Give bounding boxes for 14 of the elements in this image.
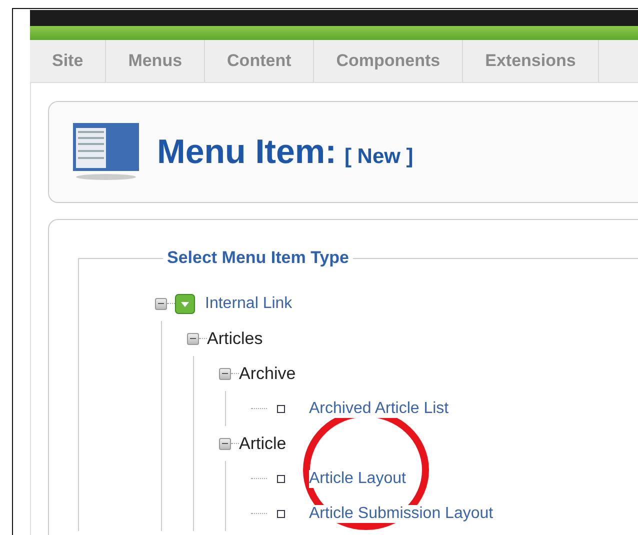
window-icon: [73, 123, 139, 181]
tree-link[interactable]: Article Layout: [309, 470, 406, 488]
tree-link[interactable]: Archived Article List: [309, 400, 449, 418]
fieldset-legend: Select Menu Item Type: [163, 248, 354, 268]
bullet-icon: [277, 510, 285, 518]
collapse-toggle[interactable]: [187, 332, 199, 344]
dropdown-icon: [175, 294, 195, 314]
collapse-toggle[interactable]: [219, 368, 231, 380]
bullet-icon: [277, 404, 285, 412]
collapse-toggle[interactable]: [155, 298, 167, 310]
bullet-icon: [277, 474, 285, 482]
page-title: Menu Item: [ New ]: [157, 132, 414, 172]
tree-link[interactable]: Article Submission Layout: [309, 504, 494, 522]
collapse-toggle[interactable]: [219, 438, 231, 450]
